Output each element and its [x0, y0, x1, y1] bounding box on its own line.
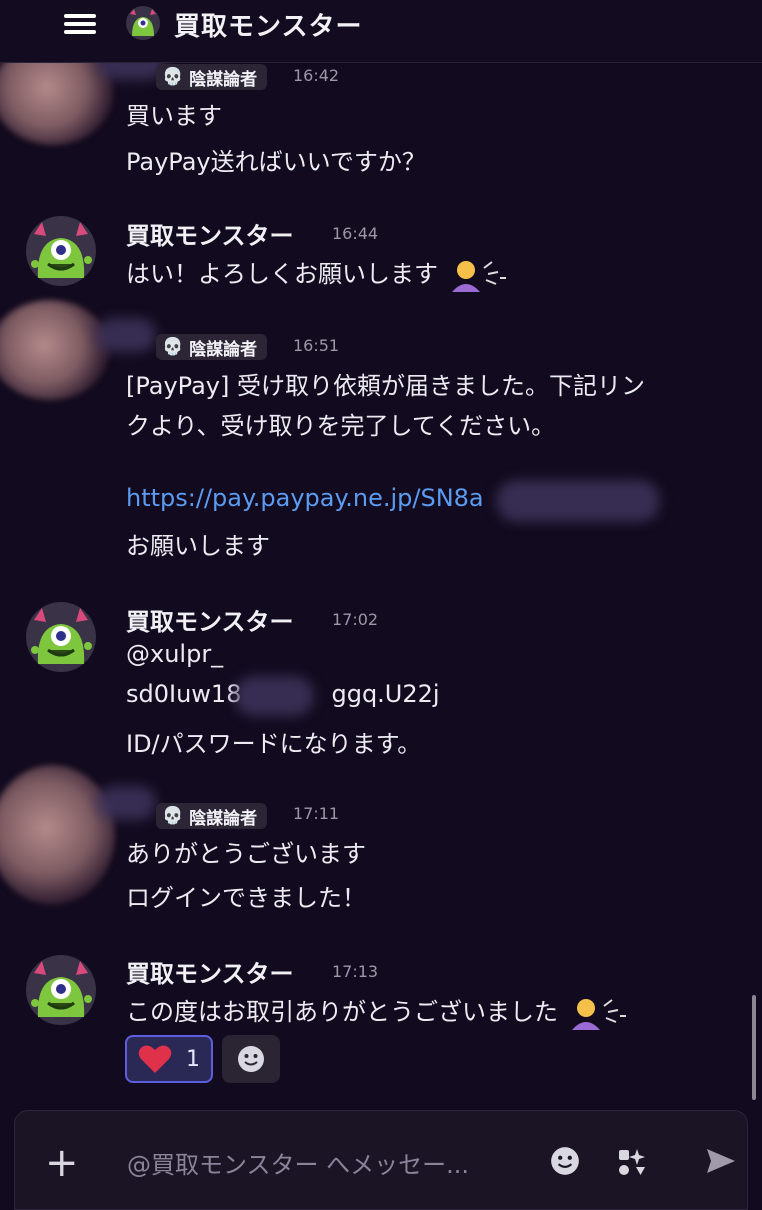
message-text: ID/パスワードになります。 — [126, 730, 422, 758]
skull-icon: 💀 — [162, 337, 184, 357]
user-avatar-blurred[interactable] — [0, 765, 115, 905]
top-bar: 買取モンスター — [0, 0, 762, 63]
channel-title: 買取モンスター — [174, 12, 363, 42]
message-text: お願いします — [126, 532, 270, 560]
redacted-link-part — [496, 480, 660, 522]
message-text: ログインできました！ — [126, 884, 366, 912]
bot-avatar[interactable] — [26, 602, 96, 672]
heart-reaction-button[interactable]: 1 — [125, 1035, 213, 1083]
skull-icon: 💀 — [162, 67, 184, 87]
skull-icon: 💀 — [162, 806, 184, 826]
message-text: @xulpr_ — [126, 640, 224, 668]
hamburger-menu-icon[interactable] — [64, 10, 96, 36]
emoji-picker-icon[interactable] — [549, 1145, 581, 1177]
user-tag[interactable]: 💀 陰謀論者 — [156, 64, 268, 90]
message-time: 16:44 — [332, 224, 379, 243]
message-input[interactable]: @買取モンスター へメッセー... — [127, 1145, 469, 1180]
redacted-username — [96, 318, 156, 352]
message-time: 16:42 — [293, 66, 340, 85]
message-text: ありがとうございます — [126, 840, 366, 868]
user-tag[interactable]: 💀 陰謀論者 — [156, 803, 268, 829]
message-text: この度はお取引ありがとうございました — [126, 992, 626, 1030]
reaction-count: 1 — [186, 1046, 200, 1072]
author-name[interactable]: 買取モンスター — [126, 602, 294, 637]
bot-avatar[interactable] — [26, 216, 96, 286]
person-bowing-emoji — [571, 999, 626, 1030]
message-time: 16:51 — [293, 336, 340, 355]
plus-icon[interactable]: + — [45, 1143, 79, 1183]
scrollbar[interactable] — [752, 995, 756, 1100]
message-time: 17:13 — [332, 962, 379, 981]
message-time: 17:02 — [332, 610, 379, 629]
person-bowing-emoji — [451, 261, 506, 292]
message-text: クより、受け取りを完了してください。 — [126, 412, 556, 440]
add-reaction-button[interactable] — [222, 1035, 280, 1083]
message-text: PayPay送ればいいですか？ — [126, 148, 426, 176]
user-tag[interactable]: 💀 陰謀論者 — [156, 334, 268, 360]
bot-avatar[interactable] — [26, 955, 96, 1025]
author-name[interactable]: 買取モンスター — [126, 954, 294, 989]
message-time: 17:11 — [293, 804, 340, 823]
apps-sparkle-icon[interactable] — [615, 1145, 649, 1179]
send-icon[interactable] — [705, 1145, 737, 1177]
user-avatar-blurred[interactable] — [0, 300, 110, 400]
message-composer: + @買取モンスター へメッセー... — [14, 1110, 748, 1210]
redacted-password-part — [234, 676, 314, 716]
message-text: はい！よろしくお願いします — [126, 254, 506, 292]
channel-avatar[interactable] — [126, 6, 160, 40]
redacted-username — [96, 786, 156, 820]
smiley-icon — [238, 1046, 264, 1072]
author-name[interactable]: 買取モンスター — [126, 216, 294, 251]
message-text: 買います — [126, 102, 222, 130]
paypay-link[interactable]: https://pay.paypay.ne.jp/SN8a — [126, 484, 484, 512]
message-text: [PayPay] 受け取り依頼が届きました。下記リン — [126, 372, 645, 400]
heart-icon — [138, 1045, 172, 1073]
